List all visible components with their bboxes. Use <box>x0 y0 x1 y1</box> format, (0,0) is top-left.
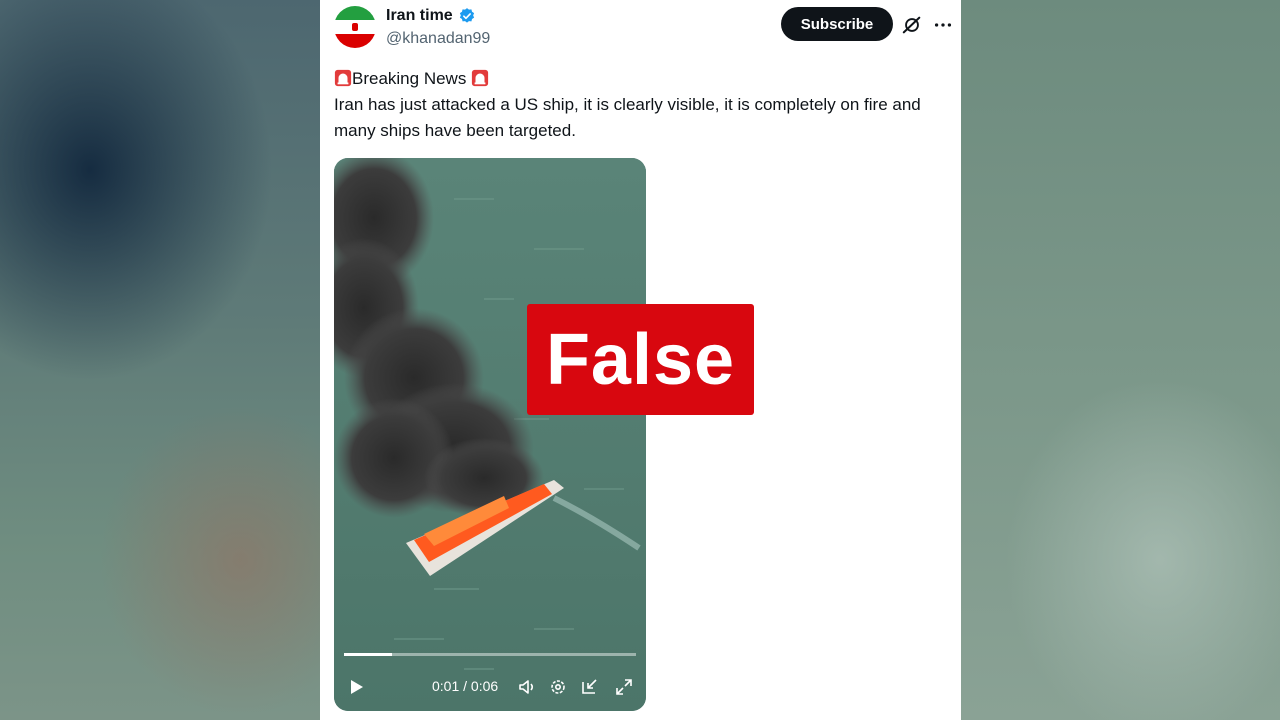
volume-icon[interactable] <box>517 677 537 697</box>
background-right-blur <box>960 0 1280 720</box>
fullscreen-icon[interactable] <box>614 677 634 697</box>
verified-badge-icon <box>459 8 474 23</box>
avatar[interactable] <box>334 6 376 48</box>
false-rating-badge: False <box>527 304 754 415</box>
author-name-row[interactable]: Iran time <box>386 7 476 25</box>
video-progress-fill <box>344 653 393 656</box>
more-icon[interactable] <box>932 14 954 36</box>
play-icon[interactable] <box>346 677 366 697</box>
minimize-icon[interactable] <box>580 677 600 697</box>
post-body: Iran has just attacked a US ship, it is … <box>334 95 921 140</box>
subscribe-button[interactable]: Subscribe <box>781 7 893 41</box>
video-frame <box>334 158 646 711</box>
post-heading-line: Breaking News <box>334 66 944 92</box>
author-name[interactable]: Iran time <box>386 7 453 25</box>
flag-emblem-icon <box>352 23 358 31</box>
video-time: 0:01 / 0:06 <box>432 678 499 694</box>
author-handle[interactable]: @khanadan99 <box>386 30 490 48</box>
video-progress-bar[interactable] <box>344 653 636 656</box>
grok-icon[interactable] <box>901 14 923 36</box>
video-player[interactable] <box>334 158 646 711</box>
post-text: Breaking News Iran has just attacked a U… <box>334 66 944 144</box>
settings-icon[interactable] <box>548 677 568 697</box>
siren-icon <box>334 69 352 87</box>
siren-icon <box>471 69 489 87</box>
background-left-blur <box>0 0 320 720</box>
post-heading: Breaking News <box>352 69 467 88</box>
